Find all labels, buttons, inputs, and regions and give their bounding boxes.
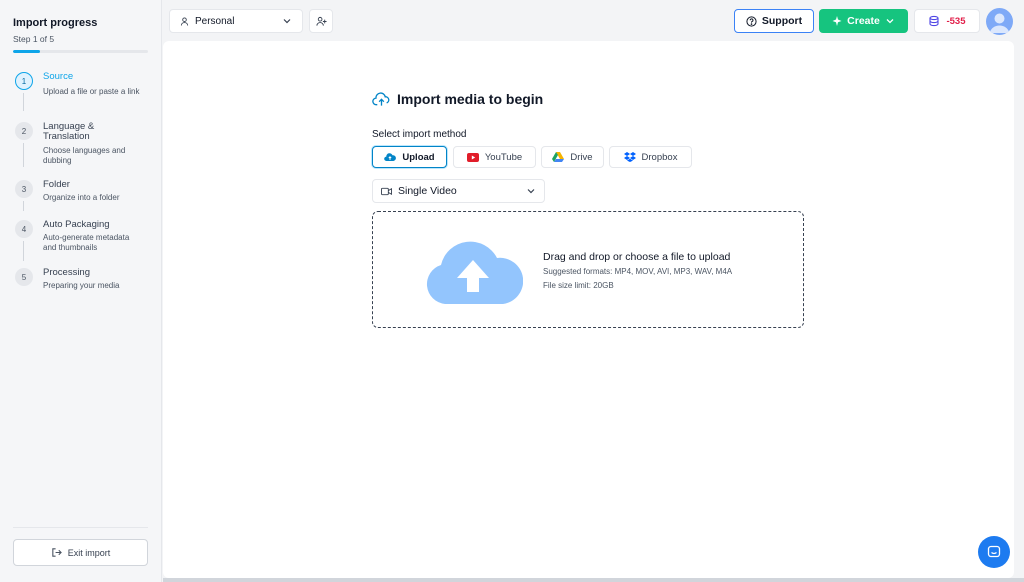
method-youtube-button[interactable]: YouTube [453,146,536,168]
step-number: 2 [15,122,33,140]
window-scrollbar [163,578,1024,582]
cloud-upload-icon [426,241,523,304]
help-circle-icon [746,15,757,27]
credits-value: -535 [946,15,966,27]
media-type-select[interactable]: Single Video [372,179,545,203]
dropzone-formats: Suggested formats: MP4, MOV, AVI, MP3, W… [543,267,733,276]
exit-import-label: Exit import [67,547,111,558]
add-user-icon [315,16,327,26]
main-panel: Import media to begin Select import meth… [163,41,1014,578]
user-avatar[interactable] [986,8,1013,35]
method-drive-label: Drive [570,151,593,163]
create-button[interactable]: Create [819,9,908,33]
sidebar-divider [13,527,148,528]
step-connector [23,143,24,167]
exit-icon [52,548,62,557]
sidebar-title: Import progress [13,17,98,29]
import-title-text: Import media to begin [397,91,544,107]
step-connector [23,93,24,111]
chevron-down-icon [527,189,535,194]
file-dropzone[interactable]: Drag and drop or choose a file to upload… [372,211,804,328]
step-number: 5 [15,268,33,286]
exit-import-button[interactable]: Exit import [13,539,148,566]
step-connector [23,241,24,261]
workspace-select[interactable]: Personal [169,9,303,33]
sidebar: Import progress Step 1 of 5 1 Source Upl… [0,0,162,582]
workspace-select-label: Personal [195,15,235,27]
dropzone-title: Drag and drop or choose a file to upload [543,251,731,263]
step-title: Language & Translation [43,121,95,142]
method-upload-button[interactable]: Upload [372,146,447,168]
step-indicator: Step 1 of 5 [13,34,55,44]
chevron-down-icon [886,19,894,24]
step-description: Auto-generate metadata and thumbnails [43,233,130,252]
step-number: 3 [15,180,33,198]
method-upload-label: Upload [402,151,435,163]
import-title: Import media to begin [372,91,543,107]
chat-support-button[interactable] [978,536,1010,568]
method-dropbox-button[interactable]: Dropbox [609,146,692,168]
step-connector [23,201,24,211]
step-number: 4 [15,220,33,238]
user-icon [180,16,189,26]
dropbox-icon [623,152,636,162]
chevron-down-icon [283,19,291,24]
invite-user-button[interactable] [309,9,333,33]
support-button[interactable]: Support [734,9,814,33]
step-description: Organize into a folder [43,193,120,202]
sparkle-icon [832,16,842,26]
cloud-upload-icon [372,91,390,106]
step-number: 1 [15,72,33,90]
step-description: Preparing your media [43,281,120,290]
method-youtube-label: YouTube [484,151,523,163]
google-drive-icon [552,152,565,162]
support-label: Support [761,15,803,27]
step-description: Upload a file or paste a link [43,87,140,96]
method-dropbox-label: Dropbox [641,151,678,163]
step-title: Source [43,71,74,82]
avatar-icon [989,13,1010,33]
step-title: Auto Packaging [43,219,110,230]
step-title: Folder [43,179,70,190]
cloud-upload-icon [384,153,397,162]
dropzone-size-limit: File size limit: 20GB [543,281,614,290]
media-type-label: Single Video [398,185,457,197]
step-description: Choose languages and dubbing [43,146,126,165]
youtube-icon [466,152,479,162]
chat-icon [987,545,1001,558]
progress-bar [13,50,148,53]
credits-button[interactable]: -535 [914,9,980,33]
video-camera-icon [381,187,392,195]
step-title: Processing [43,267,90,278]
method-label: Select import method [372,129,467,140]
create-label: Create [847,15,880,27]
progress-bar-fill [13,50,40,53]
method-drive-button[interactable]: Drive [541,146,604,168]
coin-stack-icon [929,15,940,27]
